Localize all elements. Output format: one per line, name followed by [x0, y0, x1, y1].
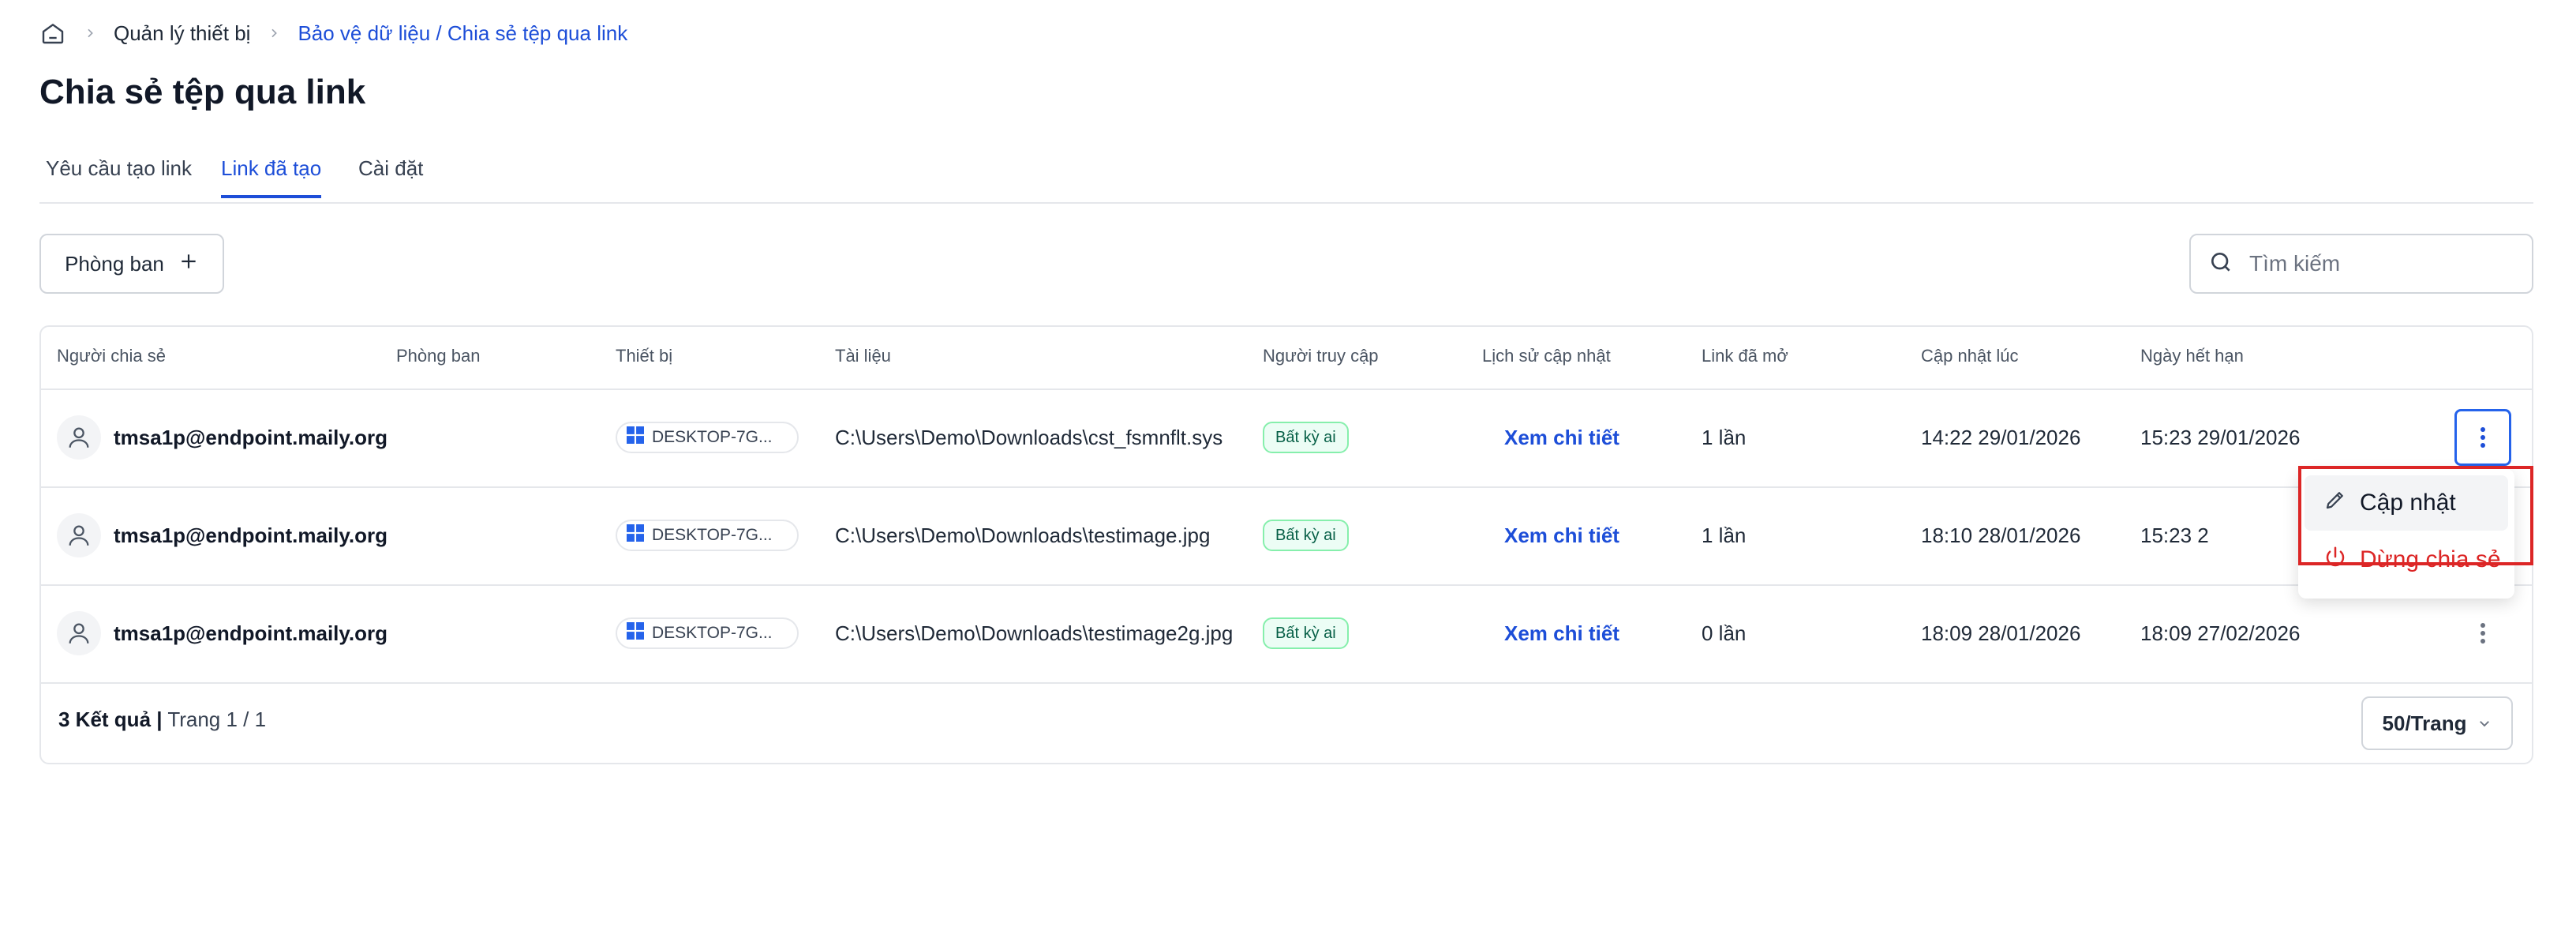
results-summary: 3 Kết quả | Trang 1 / 1	[58, 707, 266, 732]
department-filter-label: Phòng ban	[65, 251, 164, 276]
table-row: tmsa1p@endpoint.maily.org DESKTOP-7G... …	[41, 486, 2532, 586]
more-actions-button[interactable]	[2454, 409, 2511, 466]
opened-count: 1 lần	[1702, 425, 1747, 449]
tab-bar: Yêu cầu tạo link Link đã tạo Cài đặt	[39, 150, 2533, 204]
header-update-history: Lịch sử cập nhật	[1482, 346, 1611, 366]
tab-settings[interactable]: Cài đặt	[358, 156, 423, 198]
header-accessor: Người truy cập	[1263, 346, 1379, 366]
user-avatar-icon	[57, 513, 101, 557]
device-chip[interactable]: DESKTOP-7G...	[616, 520, 799, 551]
header-link-opened: Link đã mở	[1702, 346, 1788, 366]
header-expiry-date: Ngày hết hạn	[2140, 346, 2244, 366]
menu-item-update[interactable]: Cập nhật	[2305, 475, 2508, 531]
updated-at: 18:09 28/01/2026	[1921, 621, 2081, 645]
department-filter-button[interactable]: Phòng ban	[39, 234, 224, 294]
page-size-select[interactable]: 50/Trang	[2361, 696, 2513, 750]
row-actions-menu: Cập nhật Dừng chia sẻ	[2298, 469, 2514, 599]
menu-item-update-label: Cập nhật	[2360, 490, 2456, 516]
sharer-email: tmsa1p@endpoint.maily.org	[114, 621, 388, 645]
tab-link-requests[interactable]: Yêu cầu tạo link	[46, 156, 192, 198]
sharer-email: tmsa1p@endpoint.maily.org	[114, 425, 388, 449]
page-indicator: Trang 1 / 1	[167, 707, 267, 731]
sharer-cell: tmsa1p@endpoint.maily.org	[57, 388, 388, 486]
expiry-date: 15:23 29/01/2026	[2140, 425, 2301, 449]
header-device: Thiết bị	[616, 346, 673, 366]
view-details-link[interactable]: Xem chi tiết	[1504, 621, 1619, 646]
device-cell: DESKTOP-7G...	[616, 584, 799, 682]
breadcrumb-current[interactable]: Bảo vệ dữ liệu / Chia sẻ tệp qua link	[298, 21, 627, 46]
search-input[interactable]	[2248, 250, 2519, 277]
access-cell: Bất kỳ ai	[1263, 486, 1349, 584]
actions-cell	[2454, 584, 2511, 682]
chevron-down-icon	[2477, 711, 2492, 736]
results-count: 3 Kết quả	[58, 707, 152, 731]
access-badge: Bất kỳ ai	[1263, 422, 1349, 453]
expiry-date: 18:09 27/02/2026	[2140, 621, 2301, 645]
page-title: Chia sẻ tệp qua link	[39, 73, 366, 111]
more-actions-button[interactable]	[2454, 605, 2511, 662]
tab-created-links[interactable]: Link đã tạo	[221, 156, 322, 198]
menu-item-stop-sharing[interactable]: Dừng chia sẻ	[2305, 532, 2508, 587]
power-icon	[2323, 545, 2347, 575]
table-header: Người chia sẻ Phòng ban Thiết bị Tài liệ…	[41, 327, 2532, 390]
pencil-icon	[2323, 488, 2347, 518]
document-path: C:\Users\Demo\Downloads\testimage2g.jpg	[835, 621, 1234, 645]
expiry-date: 15:23 2	[2140, 523, 2209, 547]
search-icon	[2208, 250, 2233, 279]
device-name: DESKTOP-7G...	[652, 428, 773, 446]
device-name: DESKTOP-7G...	[652, 526, 773, 544]
windows-icon	[627, 524, 644, 546]
document-path: C:\Users\Demo\Downloads\cst_fsmnflt.sys	[835, 425, 1223, 449]
kebab-icon	[2481, 427, 2485, 448]
document-path: C:\Users\Demo\Downloads\testimage.jpg	[835, 523, 1211, 547]
opened-count: 1 lần	[1702, 523, 1747, 547]
plus-icon	[178, 251, 199, 277]
page-size-value: 50/Trang	[2382, 711, 2467, 735]
kebab-icon	[2481, 623, 2485, 644]
user-avatar-icon	[57, 415, 101, 460]
device-chip[interactable]: DESKTOP-7G...	[616, 422, 799, 453]
header-updated-at: Cập nhật lúc	[1921, 346, 2019, 366]
breadcrumb: Quản lý thiết bị Bảo vệ dữ liệu / Chia s…	[39, 21, 627, 46]
updated-at: 14:22 29/01/2026	[1921, 425, 2081, 449]
access-cell: Bất kỳ ai	[1263, 388, 1349, 486]
device-chip[interactable]: DESKTOP-7G...	[616, 617, 799, 649]
sharer-email: tmsa1p@endpoint.maily.org	[114, 523, 388, 547]
home-icon[interactable]	[39, 20, 66, 47]
access-badge: Bất kỳ ai	[1263, 617, 1349, 649]
menu-item-stop-sharing-label: Dừng chia sẻ	[2360, 546, 2501, 572]
history-cell: Xem chi tiết	[1504, 584, 1619, 682]
device-cell: DESKTOP-7G...	[616, 388, 799, 486]
table-row: tmsa1p@endpoint.maily.org DESKTOP-7G... …	[41, 584, 2532, 684]
opened-count: 0 lần	[1702, 621, 1747, 645]
chevron-right-icon	[266, 25, 282, 41]
history-cell: Xem chi tiết	[1504, 388, 1619, 486]
windows-icon	[627, 622, 644, 644]
updated-at: 18:10 28/01/2026	[1921, 523, 2081, 547]
windows-icon	[627, 426, 644, 448]
header-sharer: Người chia sẻ	[57, 346, 166, 366]
history-cell: Xem chi tiết	[1504, 486, 1619, 584]
chevron-right-icon	[82, 25, 98, 41]
access-cell: Bất kỳ ai	[1263, 584, 1349, 682]
search-box[interactable]	[2189, 234, 2533, 294]
header-department: Phòng ban	[396, 346, 481, 366]
header-document: Tài liệu	[835, 346, 891, 366]
device-name: DESKTOP-7G...	[652, 624, 773, 642]
table-row: tmsa1p@endpoint.maily.org DESKTOP-7G... …	[41, 388, 2532, 488]
user-avatar-icon	[57, 611, 101, 655]
breadcrumb-device-management[interactable]: Quản lý thiết bị	[114, 21, 250, 46]
sharer-cell: tmsa1p@endpoint.maily.org	[57, 584, 388, 682]
access-badge: Bất kỳ ai	[1263, 520, 1349, 551]
footer-divider: |	[156, 707, 163, 731]
sharer-cell: tmsa1p@endpoint.maily.org	[57, 486, 388, 584]
view-details-link[interactable]: Xem chi tiết	[1504, 426, 1619, 450]
view-details-link[interactable]: Xem chi tiết	[1504, 524, 1619, 548]
device-cell: DESKTOP-7G...	[616, 486, 799, 584]
